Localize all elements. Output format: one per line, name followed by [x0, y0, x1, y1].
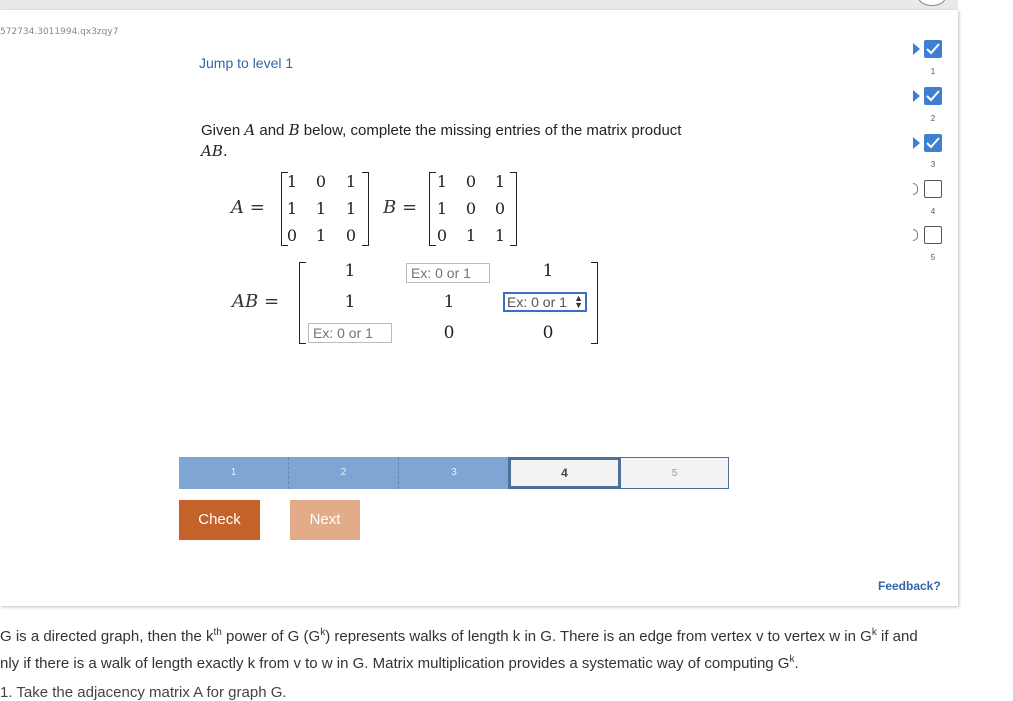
matrix-ab-cell: 1	[542, 261, 554, 281]
matrix-a-label: A =	[231, 197, 265, 218]
matrix-b-right-bracket	[510, 172, 517, 246]
progress-arrow-icon	[913, 90, 920, 102]
empty-checkbox-icon[interactable]	[924, 226, 942, 244]
prompt-text-and: and	[255, 122, 289, 139]
matrix-ab-input-r1c2[interactable]	[406, 263, 490, 283]
matrix-a-cell: 0	[315, 172, 327, 191]
matrix-b-cell: 0	[436, 226, 448, 245]
check-icon[interactable]	[924, 87, 942, 105]
progress-number: 4	[930, 207, 936, 216]
matrix-ab-cell: 1	[344, 261, 356, 281]
matrix-ab-input-r3c1[interactable]	[308, 323, 392, 343]
matrix-a-cell: 1	[315, 199, 327, 218]
matrix-ab-cell: 0	[443, 323, 455, 343]
explanation-text: G is a directed graph, then the kth powe…	[0, 621, 1013, 675]
matrix-a-cell: 1	[286, 172, 298, 191]
next-button[interactable]: Next	[290, 500, 360, 540]
progress-number: 3	[930, 160, 936, 169]
jump-to-level-link[interactable]: Jump to level 1	[199, 55, 293, 71]
empty-checkbox-icon[interactable]	[924, 180, 942, 198]
prompt-text-post: below, complete the missing entries of t…	[299, 122, 682, 139]
level-2-segment[interactable]: 2	[289, 457, 399, 489]
top-bar	[0, 0, 958, 10]
progress-arrow-icon	[913, 43, 920, 55]
matrix-b-cell: 1	[436, 172, 448, 191]
matrix-ab-input-r2c3-placeholder: Ex: 0 or 1	[507, 294, 567, 310]
matrix-b-cell: 1	[436, 199, 448, 218]
matrix-ab-cell: 1	[344, 292, 356, 312]
check-button[interactable]: Check	[179, 500, 260, 540]
matrix-a-cell: 1	[286, 199, 298, 218]
progress-number: 5	[930, 253, 936, 262]
level-4-segment[interactable]: 4	[508, 457, 621, 489]
prompt-var-b: B	[288, 121, 300, 139]
matrix-ab-right-bracket	[591, 262, 598, 344]
matrix-ab-left-bracket	[299, 262, 306, 344]
prompt-text-pre: Given	[201, 122, 245, 139]
matrix-ab-label: AB =	[232, 291, 280, 312]
explanation-line-2: nly if there is a walk of length exactly…	[0, 654, 799, 672]
level-1-segment[interactable]: 1	[179, 457, 289, 489]
session-id: 572734.3011994.qx3zqy7	[0, 27, 119, 37]
check-icon[interactable]	[924, 40, 942, 58]
matrix-a-cell: 1	[345, 172, 357, 191]
matrix-b-cell: 1	[494, 172, 506, 191]
level-progress-bar: 1 2 3 4 5	[179, 457, 729, 489]
step-1-text: 1. Take the adjacency matrix A for graph…	[0, 684, 287, 701]
matrix-b-cell: 0	[465, 172, 477, 191]
matrix-b-label: B =	[383, 197, 418, 218]
prompt-period: .	[222, 142, 228, 160]
matrix-b-cell: 0	[465, 199, 477, 218]
progress-number: 2	[930, 114, 936, 123]
progress-arrow-icon	[913, 137, 920, 149]
matrix-ab-input-r2c3[interactable]: Ex: 0 or 1 ▲ ▼	[503, 292, 587, 312]
matrix-a-cell: 1	[315, 226, 327, 245]
matrix-a-cell: 0	[286, 226, 298, 245]
activity-card	[0, 10, 958, 606]
prompt-var-a: A	[244, 121, 256, 139]
matrix-b-cell: 1	[494, 226, 506, 245]
prompt-var-ab: AB	[201, 142, 223, 160]
matrix-b-cell: 0	[494, 199, 506, 218]
spinner-arrows-icon[interactable]: ▲ ▼	[574, 294, 583, 310]
explanation-line-1: G is a directed graph, then the kth powe…	[0, 627, 918, 645]
matrix-ab-cell: 1	[443, 292, 455, 312]
progress-number: 1	[930, 67, 936, 76]
matrix-b-cell: 1	[465, 226, 477, 245]
matrix-a-cell: 1	[345, 199, 357, 218]
check-icon[interactable]	[924, 134, 942, 152]
matrix-a-right-bracket	[362, 172, 369, 246]
matrix-a-cell: 0	[345, 226, 357, 245]
feedback-link[interactable]: Feedback?	[878, 579, 941, 593]
level-5-segment[interactable]: 5	[620, 457, 729, 489]
matrix-ab-cell: 0	[542, 323, 554, 343]
level-3-segment[interactable]: 3	[399, 457, 509, 489]
question-prompt: Given A and B below, complete the missin…	[201, 120, 741, 162]
